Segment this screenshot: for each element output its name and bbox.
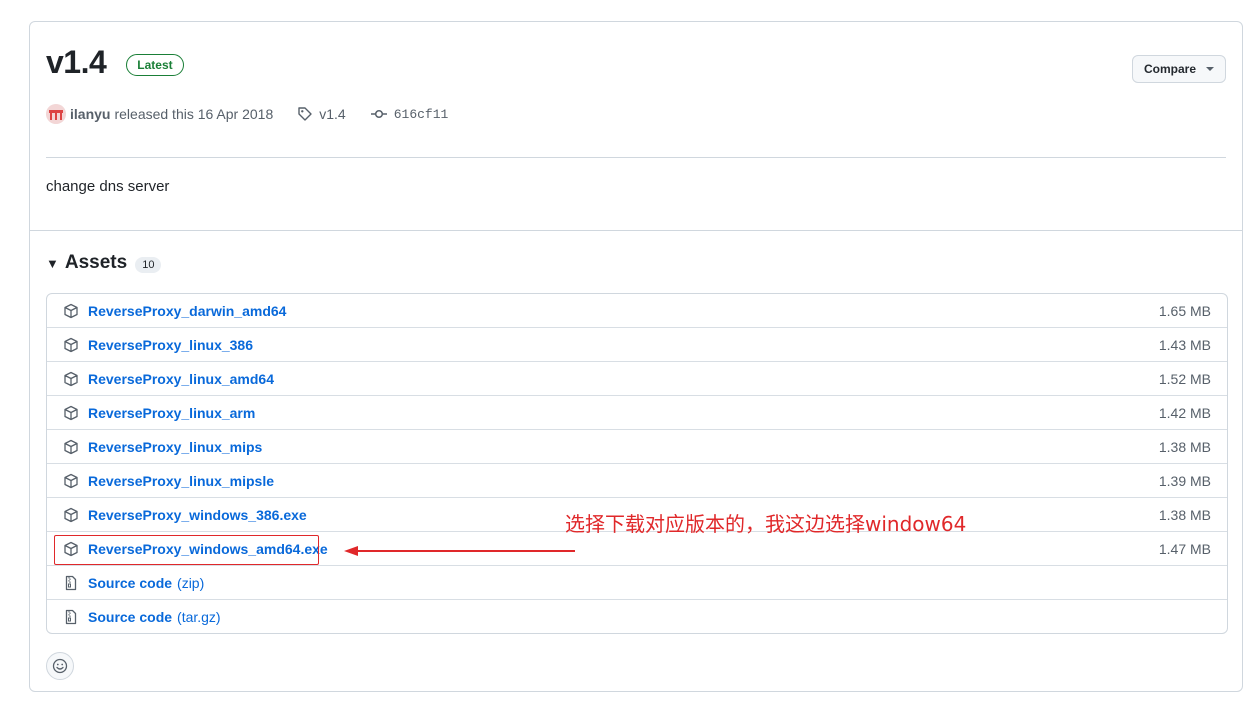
git-commit-icon (370, 109, 387, 119)
released-text: released this 16 Apr 2018 (114, 106, 274, 122)
asset-row: ReverseProxy_linux_386 1.43 MB (47, 327, 1227, 361)
file-zip-icon (63, 575, 79, 591)
package-icon (63, 507, 79, 523)
asset-size: 1.39 MB (1158, 472, 1211, 489)
author-link[interactable]: ilanyu (70, 106, 110, 122)
asset-link[interactable]: ReverseProxy_windows_amd64.exe (88, 541, 328, 557)
asset-size: 1.47 MB (1158, 540, 1211, 557)
asset-link[interactable]: ReverseProxy_darwin_amd64 (88, 303, 286, 319)
asset-row: ReverseProxy_linux_mipsle 1.39 MB (47, 463, 1227, 497)
package-icon (63, 303, 79, 319)
source-code-format: (tar.gz) (177, 608, 221, 625)
package-icon (63, 371, 79, 387)
asset-size: 1.52 MB (1158, 370, 1211, 387)
release-title-row: v1.4 Latest (46, 44, 184, 81)
asset-size: 1.42 MB (1158, 404, 1211, 421)
package-icon (63, 473, 79, 489)
divider (30, 230, 1242, 231)
tag-icon (298, 107, 312, 121)
release-meta: ilanyu released this 16 Apr 2018 v1.4 61… (46, 104, 448, 124)
asset-size: 1.38 MB (1158, 506, 1211, 523)
release-card: v1.4 Latest Compare ilanyu released this… (29, 21, 1243, 692)
asset-link[interactable]: ReverseProxy_linux_386 (88, 337, 253, 353)
tag-label: v1.4 (319, 106, 346, 122)
tag-link[interactable]: v1.4 (297, 106, 346, 122)
release-version[interactable]: v1.4 (46, 44, 107, 81)
asset-link[interactable]: ReverseProxy_linux_mips (88, 439, 262, 455)
compare-label: Compare (1143, 62, 1196, 76)
latest-badge: Latest (126, 53, 184, 76)
asset-row: ReverseProxy_linux_mips 1.38 MB (47, 429, 1227, 463)
add-reaction-button[interactable] (46, 652, 74, 680)
smiley-icon (52, 658, 68, 674)
asset-size: 1.43 MB (1158, 336, 1211, 353)
avatar[interactable] (46, 104, 66, 124)
assets-list: ReverseProxy_darwin_amd64 1.65 MB Revers… (46, 293, 1228, 634)
asset-size: 1.65 MB (1158, 302, 1211, 319)
chevron-down-icon (1206, 67, 1214, 71)
source-code-format: (zip) (177, 574, 205, 591)
annotation-text: 选择下载对应版本的，我这边选择window64 (565, 512, 967, 536)
release-notes: change dns server (46, 178, 170, 195)
asset-link[interactable]: ReverseProxy_linux_mipsle (88, 473, 274, 489)
asset-row: ReverseProxy_linux_arm 1.42 MB (47, 395, 1227, 429)
package-icon (63, 337, 79, 353)
package-icon (63, 439, 79, 455)
source-code-targz-link[interactable]: Source code (88, 609, 172, 625)
package-icon (63, 541, 79, 557)
triangle-down-icon: ▼ (46, 255, 59, 271)
assets-toggle[interactable]: ▼ Assets 10 (46, 252, 162, 274)
asset-row: Source code (tar.gz) (47, 599, 1227, 633)
asset-row: ReverseProxy_linux_amd64 1.52 MB (47, 361, 1227, 395)
asset-link[interactable]: ReverseProxy_linux_arm (88, 405, 255, 421)
commit-hash: 616cf11 (393, 106, 449, 122)
compare-button[interactable]: Compare (1132, 55, 1226, 83)
source-code-zip-link[interactable]: Source code (88, 575, 172, 591)
assets-count-badge: 10 (135, 256, 162, 273)
asset-link[interactable]: ReverseProxy_windows_386.exe (88, 507, 307, 523)
assets-title: Assets (64, 252, 128, 273)
file-zip-icon (63, 609, 79, 625)
package-icon (63, 405, 79, 421)
asset-row: Source code (zip) (47, 565, 1227, 599)
asset-size: 1.38 MB (1158, 438, 1211, 455)
asset-link[interactable]: ReverseProxy_linux_amd64 (88, 371, 274, 387)
asset-row: ReverseProxy_darwin_amd64 1.65 MB (47, 294, 1227, 327)
commit-link[interactable]: 616cf11 (370, 106, 449, 122)
divider (46, 157, 1226, 158)
